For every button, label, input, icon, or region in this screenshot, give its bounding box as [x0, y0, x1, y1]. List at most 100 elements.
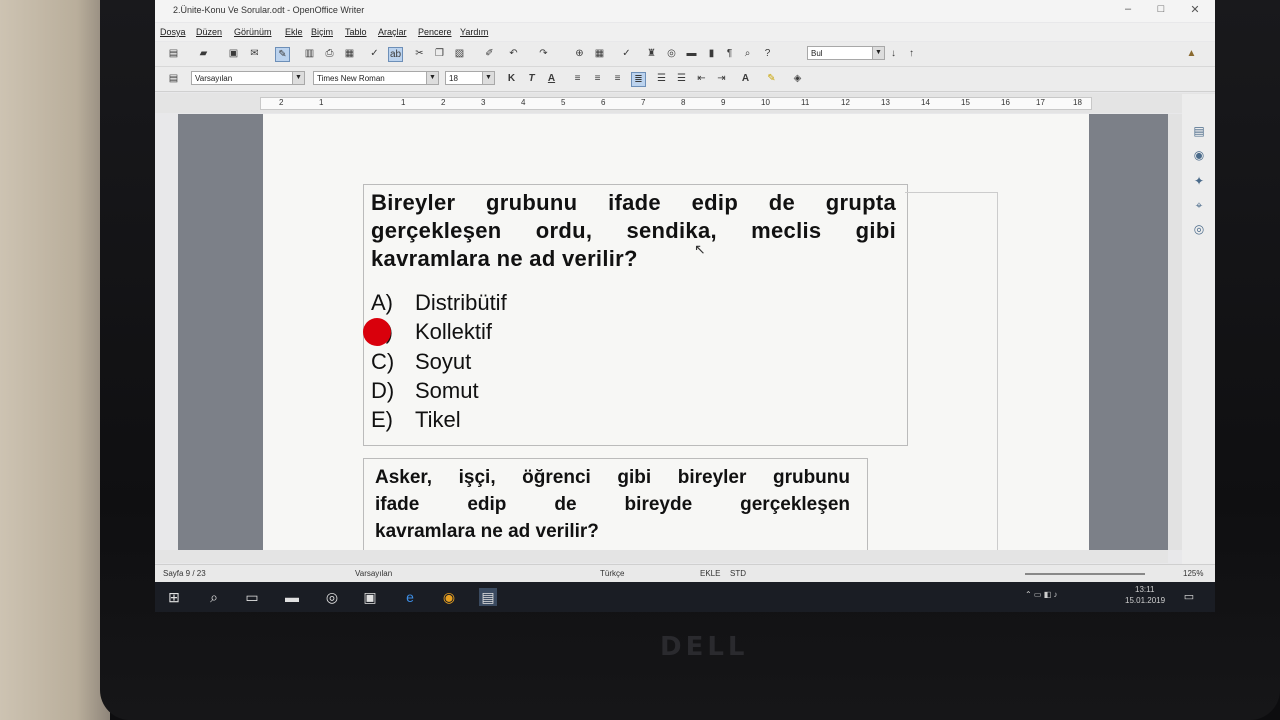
pdf-export-icon[interactable]: ▥	[303, 47, 316, 60]
print-icon[interactable]: ⎙	[323, 47, 336, 60]
menu-tablo[interactable]: Tablo	[345, 27, 367, 37]
menu-araclar[interactable]: Araçlar	[378, 27, 407, 37]
answer-option-d[interactable]: D) Somut	[371, 378, 479, 404]
redo-icon[interactable]: ↷	[537, 47, 550, 60]
internet-explorer-icon[interactable]: e	[401, 588, 419, 606]
ruler-number: 8	[681, 98, 686, 107]
properties-icon[interactable]: ▤	[1192, 124, 1206, 138]
font-name-select[interactable]: Times New Roman ▼	[313, 71, 439, 85]
zoom-icon[interactable]: ⌕	[741, 47, 754, 60]
vertical-scrollbar[interactable]	[1168, 114, 1182, 550]
answer-option-a[interactable]: A) Distribütif	[371, 290, 507, 316]
sidebar-navigator-icon[interactable]: ⌖	[1192, 198, 1206, 212]
store-icon[interactable]: ▣	[361, 588, 379, 606]
sidebar-gallery-icon[interactable]: ✦	[1192, 174, 1206, 188]
datasources-icon[interactable]: ▬	[685, 47, 698, 60]
menu-pencere[interactable]: Pencere	[418, 27, 452, 37]
menu-dosya[interactable]: Dosya	[160, 27, 186, 37]
ruler-number: 11	[801, 98, 810, 107]
find-previous-icon[interactable]: ↑	[905, 47, 918, 60]
background-color-icon[interactable]: ◈	[791, 72, 804, 85]
spellcheck-icon[interactable]: ✓	[368, 47, 381, 60]
autospell-icon[interactable]: ab	[388, 47, 403, 62]
email-icon[interactable]: ✉	[248, 47, 261, 60]
menu-yardim[interactable]: Yardım	[460, 27, 488, 37]
menu-ekle[interactable]: Ekle	[285, 27, 303, 37]
decrease-indent-icon[interactable]: ⇤	[695, 72, 708, 85]
italic-button[interactable]: T	[525, 72, 538, 85]
close-button[interactable]: ✕	[1187, 3, 1203, 17]
menu-bicim[interactable]: Biçim	[311, 27, 333, 37]
find-next-icon[interactable]: ↓	[887, 47, 900, 60]
underline-button[interactable]: A	[545, 72, 558, 85]
zoom-slider[interactable]	[1025, 573, 1145, 575]
selection-mode[interactable]: STD	[730, 569, 746, 578]
align-center-icon[interactable]: ≡	[591, 72, 604, 85]
draw-functions-icon[interactable]: ✓	[620, 47, 633, 60]
nonprinting-chars-icon[interactable]: ▮	[705, 47, 718, 60]
increase-indent-icon[interactable]: ⇥	[715, 72, 728, 85]
media-player-icon[interactable]: ◎	[323, 588, 341, 606]
clock-time[interactable]: 13:11	[1135, 585, 1154, 594]
chevron-down-icon[interactable]: ▼	[482, 72, 494, 84]
gallery-icon[interactable]: ◎	[665, 47, 678, 60]
highlight-icon[interactable]: ✎	[765, 72, 778, 85]
menu-duzen[interactable]: Düzen	[196, 27, 222, 37]
file-explorer-icon[interactable]: ▬	[283, 588, 301, 606]
action-center-icon[interactable]: ▭	[1180, 588, 1198, 606]
document-area[interactable]: Bireyler grubunu ifade edip de grupta ge…	[178, 114, 1168, 560]
openoffice-writer-icon[interactable]: ▤	[479, 588, 497, 606]
search-icon[interactable]: ⌕	[205, 588, 223, 606]
copy-icon[interactable]: ❐	[433, 47, 446, 60]
answer-option-e[interactable]: E) Tikel	[371, 407, 461, 433]
hyperlink-icon[interactable]: ⊕	[573, 47, 586, 60]
new-document-icon[interactable]: ▤	[167, 47, 180, 60]
navigator-icon[interactable]: ♜	[645, 47, 658, 60]
paragraph-style-select[interactable]: Varsayılan ▼	[191, 71, 305, 85]
styles-formatting-icon[interactable]: ◉	[1192, 148, 1206, 162]
edit-mode-icon[interactable]: ✎	[275, 47, 290, 62]
maximize-button[interactable]: □	[1153, 3, 1169, 17]
answer-option-c[interactable]: C) Soyut	[371, 349, 471, 375]
justify-icon[interactable]: ≣	[631, 72, 646, 87]
font-name-value: Times New Roman	[317, 74, 385, 83]
help-icon[interactable]: ?	[761, 47, 774, 60]
minimize-button[interactable]: –	[1120, 3, 1136, 17]
compass-icon[interactable]: ◎	[1192, 222, 1206, 236]
table-icon[interactable]: ▦	[593, 47, 606, 60]
font-color-icon[interactable]: A	[739, 72, 752, 85]
insert-mode[interactable]: EKLE	[700, 569, 720, 578]
option-letter: D)	[371, 378, 395, 403]
bold-button[interactable]: K	[505, 72, 518, 85]
open-icon[interactable]: ▰	[197, 47, 210, 60]
chevron-down-icon[interactable]: ▼	[426, 72, 438, 84]
document-page[interactable]: Bireyler grubunu ifade edip de grupta ge…	[263, 114, 1089, 560]
align-right-icon[interactable]: ≡	[611, 72, 624, 85]
chevron-down-icon[interactable]: ▼	[872, 47, 884, 59]
horizontal-scrollbar[interactable]	[155, 550, 1168, 563]
print-preview-icon[interactable]: ▦	[343, 47, 356, 60]
bullets-icon[interactable]: ☰	[675, 72, 688, 85]
windows-start-icon[interactable]: ⊞	[165, 588, 183, 606]
tray-icons[interactable]: ⌃ ▭ ◧ ♪	[1025, 590, 1058, 599]
menu-gorunum[interactable]: Görünüm	[234, 27, 272, 37]
task-view-icon[interactable]: ▭	[243, 588, 261, 606]
chrome-icon[interactable]: ◉	[440, 588, 458, 606]
styles-icon[interactable]: ▤	[167, 72, 180, 85]
save-icon[interactable]: ▣	[227, 47, 240, 60]
find-field[interactable]: Bul ▼	[807, 46, 885, 60]
paste-icon[interactable]: ▧	[453, 47, 466, 60]
horizontal-ruler[interactable]: 2 1 1 2 3 4 5 6 7 8 9 10 11 12 13 14 15 …	[155, 93, 1215, 113]
windows-taskbar: ⊞ ⌕ ▭ ▬ ◎ ▣ e ◉ ▤ ⌃ ▭ ◧ ♪ 13:11 15.01.20…	[155, 582, 1215, 612]
notification-icon[interactable]: ▲	[1185, 47, 1198, 60]
formatting-marks-icon[interactable]: ¶	[723, 47, 736, 60]
cut-icon[interactable]: ✂	[413, 47, 426, 60]
ruler-number: 1	[319, 98, 324, 107]
undo-icon[interactable]: ↶	[507, 47, 520, 60]
chevron-down-icon[interactable]: ▼	[292, 72, 304, 84]
align-left-icon[interactable]: ≡	[571, 72, 584, 85]
format-paintbrush-icon[interactable]: ✐	[483, 47, 496, 60]
clock-date[interactable]: 15.01.2019	[1125, 596, 1165, 605]
numbering-icon[interactable]: ☰	[655, 72, 668, 85]
font-size-select[interactable]: 18 ▼	[445, 71, 495, 85]
